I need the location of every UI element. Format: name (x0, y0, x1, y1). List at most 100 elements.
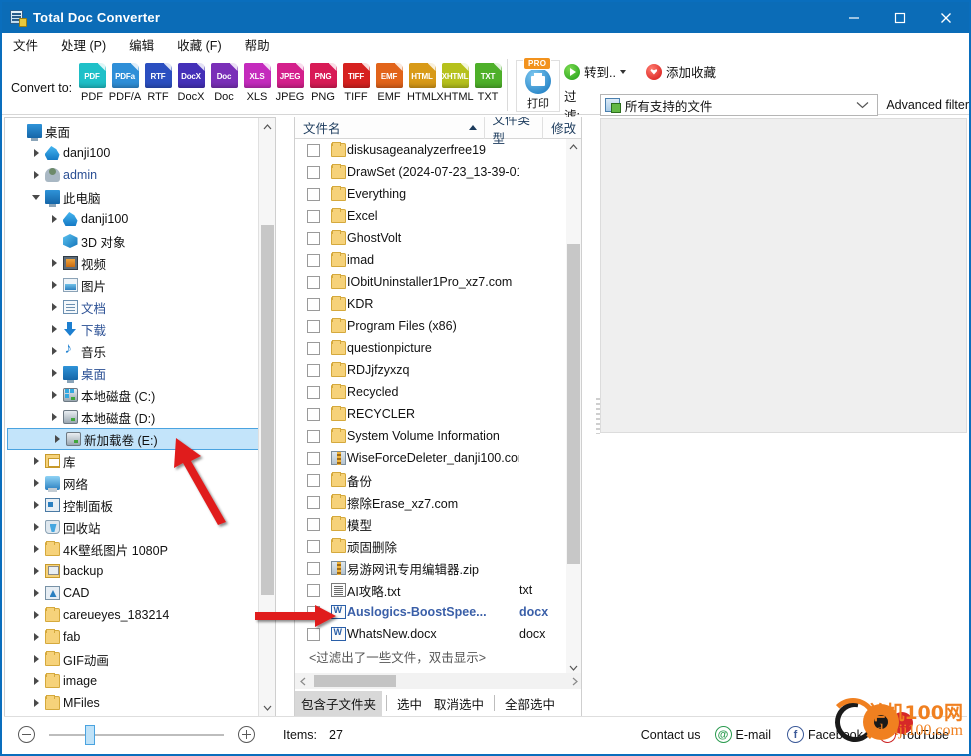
scroll-up-icon[interactable] (566, 139, 581, 154)
table-row[interactable]: imad (295, 249, 581, 271)
deselect-button[interactable]: 取消选中 (428, 691, 490, 716)
table-row[interactable]: KDR (295, 293, 581, 315)
menu-process[interactable]: 处理 (P) (61, 32, 117, 57)
tree-scroll-thumb[interactable] (261, 225, 274, 595)
row-checkbox[interactable] (307, 539, 320, 553)
chevron-right-icon[interactable] (47, 303, 61, 311)
tree-item[interactable]: 库 (5, 450, 275, 472)
table-row[interactable]: diskusageanalyzerfree19 (295, 139, 581, 161)
tree-item[interactable]: 4K壁纸图片 1080P (5, 538, 275, 560)
row-checkbox[interactable] (307, 319, 320, 333)
tree-item[interactable]: danji100 (5, 142, 275, 164)
table-row[interactable]: Excel (295, 205, 581, 227)
chevron-right-icon[interactable] (29, 501, 43, 509)
facebook-icon[interactable]: f (786, 726, 804, 743)
row-checkbox[interactable] (307, 495, 320, 509)
table-row[interactable]: RDJjfzyxzq (295, 359, 581, 381)
select-all-button[interactable]: 全部选中 (499, 691, 561, 716)
chevron-right-icon[interactable] (29, 149, 43, 157)
minimize-button[interactable] (831, 2, 877, 33)
format-button-xhtml[interactable]: XHTML XHTML (436, 63, 474, 103)
menu-help[interactable]: 帮助 (245, 32, 281, 57)
chevron-right-icon[interactable] (47, 369, 61, 377)
chevron-down-icon[interactable] (29, 194, 43, 200)
advanced-filter-link[interactable]: Advanced filter (886, 98, 969, 112)
chevron-right-icon[interactable] (29, 699, 43, 707)
format-button-png[interactable]: PNG PNG (307, 63, 339, 103)
scroll-right-icon[interactable] (567, 673, 581, 689)
chevron-right-icon[interactable] (29, 457, 43, 465)
contact-us-label[interactable]: Contact us (641, 728, 701, 742)
menu-favorites[interactable]: 收藏 (F) (177, 32, 232, 57)
tree-item[interactable]: 新加载卷 (E:) (7, 428, 263, 450)
chevron-right-icon[interactable] (50, 435, 64, 443)
add-favorite-button[interactable]: 添加收藏 (645, 62, 716, 81)
table-row[interactable]: questionpicture (295, 337, 581, 359)
file-list-scrollbar[interactable] (566, 139, 581, 675)
row-checkbox[interactable] (307, 187, 320, 201)
tree-item[interactable]: CAD (5, 582, 275, 604)
row-checkbox[interactable] (307, 209, 320, 223)
tree-item[interactable]: 音乐 (5, 340, 275, 362)
row-checkbox[interactable] (307, 561, 320, 575)
tree-item[interactable]: 本地磁盘 (D:) (5, 406, 275, 428)
tree-item[interactable]: 回收站 (5, 516, 275, 538)
facebook-label[interactable]: Facebook (808, 728, 863, 742)
menu-edit[interactable]: 编辑 (129, 32, 165, 57)
tree-scrollbar[interactable] (258, 118, 275, 716)
table-row[interactable]: 易游网讯专用编辑器.zip (295, 557, 581, 579)
tree-item[interactable]: 控制面板 (5, 494, 275, 516)
file-scroll-thumb[interactable] (567, 244, 580, 564)
row-checkbox[interactable] (307, 231, 320, 245)
hscroll-thumb[interactable] (314, 675, 396, 687)
menu-file[interactable]: 文件 (13, 32, 49, 57)
tree-item[interactable]: 文档 (5, 296, 275, 318)
chevron-down-icon[interactable] (619, 69, 626, 74)
youtube-label[interactable]: YouTube (900, 728, 949, 742)
tree-item[interactable]: 桌面 (5, 362, 275, 384)
table-row[interactable]: 擦除Erase_xz7.com (295, 491, 581, 513)
table-row[interactable]: Recycled (295, 381, 581, 403)
row-checkbox[interactable] (307, 627, 320, 641)
maximize-button[interactable] (877, 2, 923, 33)
chevron-right-icon[interactable] (47, 347, 61, 355)
row-checkbox[interactable] (307, 429, 320, 443)
table-row[interactable]: IObitUninstaller1Pro_xz7.com (295, 271, 581, 293)
table-row[interactable]: System Volume Information (295, 425, 581, 447)
table-row[interactable]: DrawSet (2024-07-23_13-39-01) (295, 161, 581, 183)
tree-item[interactable]: 桌面 (5, 120, 275, 142)
chevron-right-icon[interactable] (47, 413, 61, 421)
row-checkbox[interactable] (307, 341, 320, 355)
format-button-jpeg[interactable]: JPEG JPEG (274, 63, 306, 103)
table-row[interactable]: AI攻略.txt txt (295, 579, 581, 601)
format-button-tiff[interactable]: TIFF TIFF (340, 63, 372, 103)
chevron-right-icon[interactable] (47, 281, 61, 289)
chevron-right-icon[interactable] (29, 523, 43, 531)
format-button-docx[interactable]: DocX DocX (175, 63, 207, 103)
row-checkbox[interactable] (307, 517, 320, 531)
zoom-slider[interactable] (49, 724, 224, 745)
tree-item[interactable]: MFiles (5, 692, 275, 714)
youtube-icon[interactable]: ▶ (878, 726, 896, 743)
row-checkbox[interactable] (307, 583, 320, 597)
chevron-right-icon[interactable] (29, 611, 43, 619)
chevron-right-icon[interactable] (47, 325, 61, 333)
chevron-right-icon[interactable] (29, 171, 43, 179)
tree-item[interactable]: GIF动画 (5, 648, 275, 670)
file-list-hscrollbar[interactable] (295, 673, 581, 689)
row-checkbox[interactable] (307, 253, 320, 267)
tree-item[interactable]: 网络 (5, 472, 275, 494)
chevron-right-icon[interactable] (29, 545, 43, 553)
chevron-right-icon[interactable] (47, 215, 61, 223)
select-button[interactable]: 选中 (391, 691, 428, 716)
chevron-right-icon[interactable] (29, 567, 43, 575)
tree-item[interactable]: careueyes_183214 (5, 604, 275, 626)
chevron-right-icon[interactable] (29, 677, 43, 685)
email-label[interactable]: E-mail (736, 728, 771, 742)
chevron-down-icon[interactable] (856, 98, 869, 112)
email-icon[interactable]: @ (714, 726, 732, 743)
table-row[interactable]: 顽固删除 (295, 535, 581, 557)
column-header-filetype[interactable]: 文件类型 (485, 117, 544, 146)
format-button-pdf[interactable]: PDF PDF (76, 63, 108, 103)
print-button[interactable]: PRO 打印 (516, 57, 560, 112)
